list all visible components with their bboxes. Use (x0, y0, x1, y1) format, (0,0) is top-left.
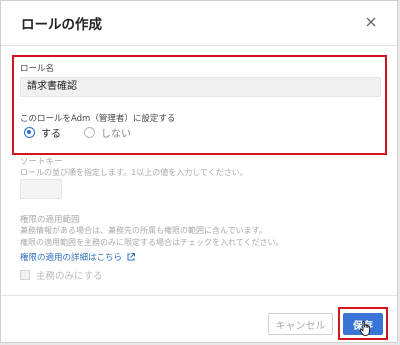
role-name-input[interactable]: 請求書確認 (20, 77, 381, 97)
external-link-icon (127, 253, 136, 261)
scope-label: 権限の適用範囲 (20, 215, 80, 225)
dialog-title: ロールの作成 (21, 17, 102, 33)
scope-help-1: 兼務情報がある場合は、兼務先の所属も権限の範囲に含んでいます。 (20, 226, 267, 235)
dialog-header: ロールの作成 (1, 1, 397, 46)
primary-only-checkbox[interactable]: 主務のみにする (20, 268, 103, 282)
primary-only-label: 主務のみにする (36, 271, 103, 282)
radio-admin-yes-label: する (41, 129, 61, 140)
scope-details-link-text: 権限の適用の詳細はこちら (20, 253, 123, 263)
radio-admin-yes[interactable]: する (24, 125, 61, 140)
cancel-button[interactable]: キャンセル (268, 313, 333, 335)
create-role-dialog: ロールの作成 ロール名 請求書確認 このロールをAdm（管理者）に設定する する… (0, 0, 398, 343)
checkbox-box (20, 270, 30, 280)
highlight-box-role-settings (12, 55, 387, 155)
radio-unselected-icon (84, 127, 95, 138)
sort-key-label: ソートキー (20, 157, 63, 167)
role-name-label: ロール名 (20, 64, 55, 74)
scope-help-2: 権限の適用範囲を主務のみに限定する場合はチェックを入れてください。 (20, 238, 284, 247)
hand-cursor-icon (359, 320, 373, 342)
radio-selected-icon (24, 127, 35, 138)
radio-admin-no[interactable]: しない (84, 125, 131, 140)
sort-key-help: ロールの並び順を指定します。1以上の値を入力してください。 (20, 168, 248, 177)
close-icon[interactable] (361, 12, 381, 32)
scope-details-link[interactable]: 権限の適用の詳細はこちら (20, 251, 136, 263)
sort-key-input[interactable] (20, 179, 62, 199)
admin-setting-label: このロールをAdm（管理者）に設定する (20, 114, 176, 124)
radio-admin-no-label: しない (101, 129, 131, 140)
